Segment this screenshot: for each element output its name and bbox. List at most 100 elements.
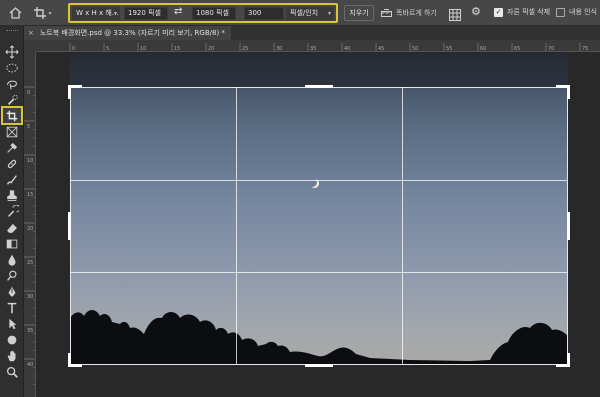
healing-brush-tool-button[interactable] [3,156,21,171]
options-bar: ▾ W x H x 해... ▾ 1920 픽셀 ⇄ 1080 픽셀 300 픽… [0,0,600,26]
eraser-tool-button[interactable] [3,220,21,235]
ruler-label: 65 [514,46,520,52]
straighten-button[interactable]: 똑바르게 하기 [381,6,437,20]
content-aware-checkbox[interactable]: 내용 인식 [556,7,597,17]
document-title: 노트북 배경화면.psd @ 33.3% (자르기 미리 보기, RGB/8) … [39,29,225,37]
overlay-options-button[interactable] [449,6,461,25]
type-tool-button[interactable] [3,300,21,315]
close-icon[interactable]: × [28,29,34,37]
shape-tool-icon [7,335,17,344]
crop-handle-right[interactable] [567,212,570,240]
ratio-preset-dropdown[interactable]: W x H x 해... ▾ [72,7,120,20]
ruler-label: 40 [27,362,33,368]
straighten-icon [381,8,392,17]
marquee-tool-button[interactable] [3,60,21,75]
history-brush-tool-button[interactable] [3,204,21,219]
eyedropper-tool-icon [7,142,18,153]
clone-stamp-tool-icon [7,189,17,201]
healing-brush-tool-icon [7,159,17,168]
quick-selection-tool-button[interactable] [3,92,21,107]
ruler-label: 25 [27,260,33,266]
brush-tool-button[interactable] [3,172,21,187]
crop-handle-bottom[interactable] [305,364,333,367]
tool-preset-picker[interactable]: ▾ [30,3,56,23]
straighten-label: 똑바르게 하기 [396,9,437,17]
ruler-label: 55 [446,46,452,52]
lasso-tool-button[interactable] [3,76,21,91]
checkbox-unchecked-icon [556,7,565,17]
path-selection-tool-button[interactable] [3,316,21,331]
content-aware-label: 내용 인식 [569,8,597,16]
dodge-tool-icon [7,270,17,281]
height-field[interactable]: 1080 픽셀 [192,7,236,20]
crop-settings-button[interactable]: ⚙ [471,5,481,18]
ruler-label: 30 [276,46,282,52]
toolbox-grip[interactable] [6,30,18,33]
shape-tool-button[interactable] [3,332,21,347]
crop-handle-bottom-right[interactable] [567,353,570,367]
crop-grid-line [402,87,403,365]
ratio-preset-value: W x H x 해... [76,9,119,17]
crop-grid-line [70,180,568,181]
ruler-label: 10 [27,158,33,164]
clone-stamp-tool-button[interactable] [3,188,21,203]
chevron-down-icon: ▾ [113,10,117,17]
ruler-label: 70 [548,46,554,52]
ruler-label: 60 [480,46,486,52]
ruler-label: 0 [27,90,30,96]
pen-tool-button[interactable] [3,284,21,299]
frame-tool-icon [6,126,18,137]
ruler-label: 25 [242,46,248,52]
ruler-label: 5 [27,124,30,130]
crop-box[interactable] [70,87,568,365]
resolution-unit-value: 픽셀/인치 [290,9,319,17]
marquee-tool-icon [6,63,18,72]
gradient-tool-icon [6,239,18,248]
eraser-tool-icon [7,223,17,233]
width-field[interactable]: 1920 픽셀 [124,7,168,20]
blur-tool-icon [8,254,16,266]
swap-dimensions-icon[interactable]: ⇄ [174,6,182,17]
ruler-label: 50 [412,46,418,52]
crop-shield-top [70,53,568,87]
crop-handle-bottom-left[interactable] [68,353,71,367]
crop-handle-top-left[interactable] [68,85,71,99]
resolution-field[interactable]: 300 [244,7,284,20]
ruler-label: 40 [344,46,350,52]
delete-cropped-pixels-checkbox[interactable]: ✓ 자른 픽셀 삭제 [494,7,550,17]
ruler-label: 5 [106,46,109,52]
ruler-label: 75 [582,46,588,52]
chevron-down-icon: ▾ [48,9,52,17]
horizontal-ruler[interactable]: 0 5 10 15 20 25 30 35 40 45 50 55 60 65 70 75 [36,40,600,52]
resolution-unit-dropdown[interactable]: 픽셀/인치 ▾ [286,7,334,20]
home-button[interactable] [4,3,26,23]
frame-tool-button[interactable] [3,124,21,139]
ruler-label: 20 [27,226,33,232]
checkbox-checked-icon: ✓ [494,7,503,17]
brush-tool-icon [6,174,17,185]
document-tab[interactable]: × 노트북 배경화면.psd @ 33.3% (자르기 미리 보기, RGB/8… [24,26,231,40]
crop-size-group: W x H x 해... ▾ 1920 픽셀 ⇄ 1080 픽셀 300 픽셀/… [68,3,338,23]
ruler-label: 30 [27,294,33,300]
crop-handle-top-right[interactable] [567,85,570,99]
ruler-label: 15 [27,192,33,198]
crop-handle-top[interactable] [305,85,333,88]
ruler-label: 35 [27,328,33,334]
ruler-label: 10 [140,46,146,52]
move-tool-button[interactable] [3,44,21,59]
vertical-ruler[interactable]: 0 5 10 15 20 25 30 35 40 [24,52,36,397]
zoom-tool-icon [6,366,18,378]
clear-button[interactable]: 지우기 [344,5,374,21]
blur-tool-button[interactable] [3,252,21,267]
eyedropper-tool-button[interactable] [3,140,21,155]
dodge-tool-button[interactable] [3,268,21,283]
gradient-tool-button[interactable] [3,236,21,251]
ruler-origin[interactable] [24,40,36,52]
crop-tool-button[interactable] [1,106,23,125]
crop-tool-icon [6,110,18,121]
path-selection-tool-icon [9,318,17,329]
delete-cropped-label: 자른 픽셀 삭제 [507,8,551,16]
hand-tool-button[interactable] [3,348,21,363]
crop-handle-left[interactable] [68,212,71,240]
zoom-tool-button[interactable] [3,364,21,379]
